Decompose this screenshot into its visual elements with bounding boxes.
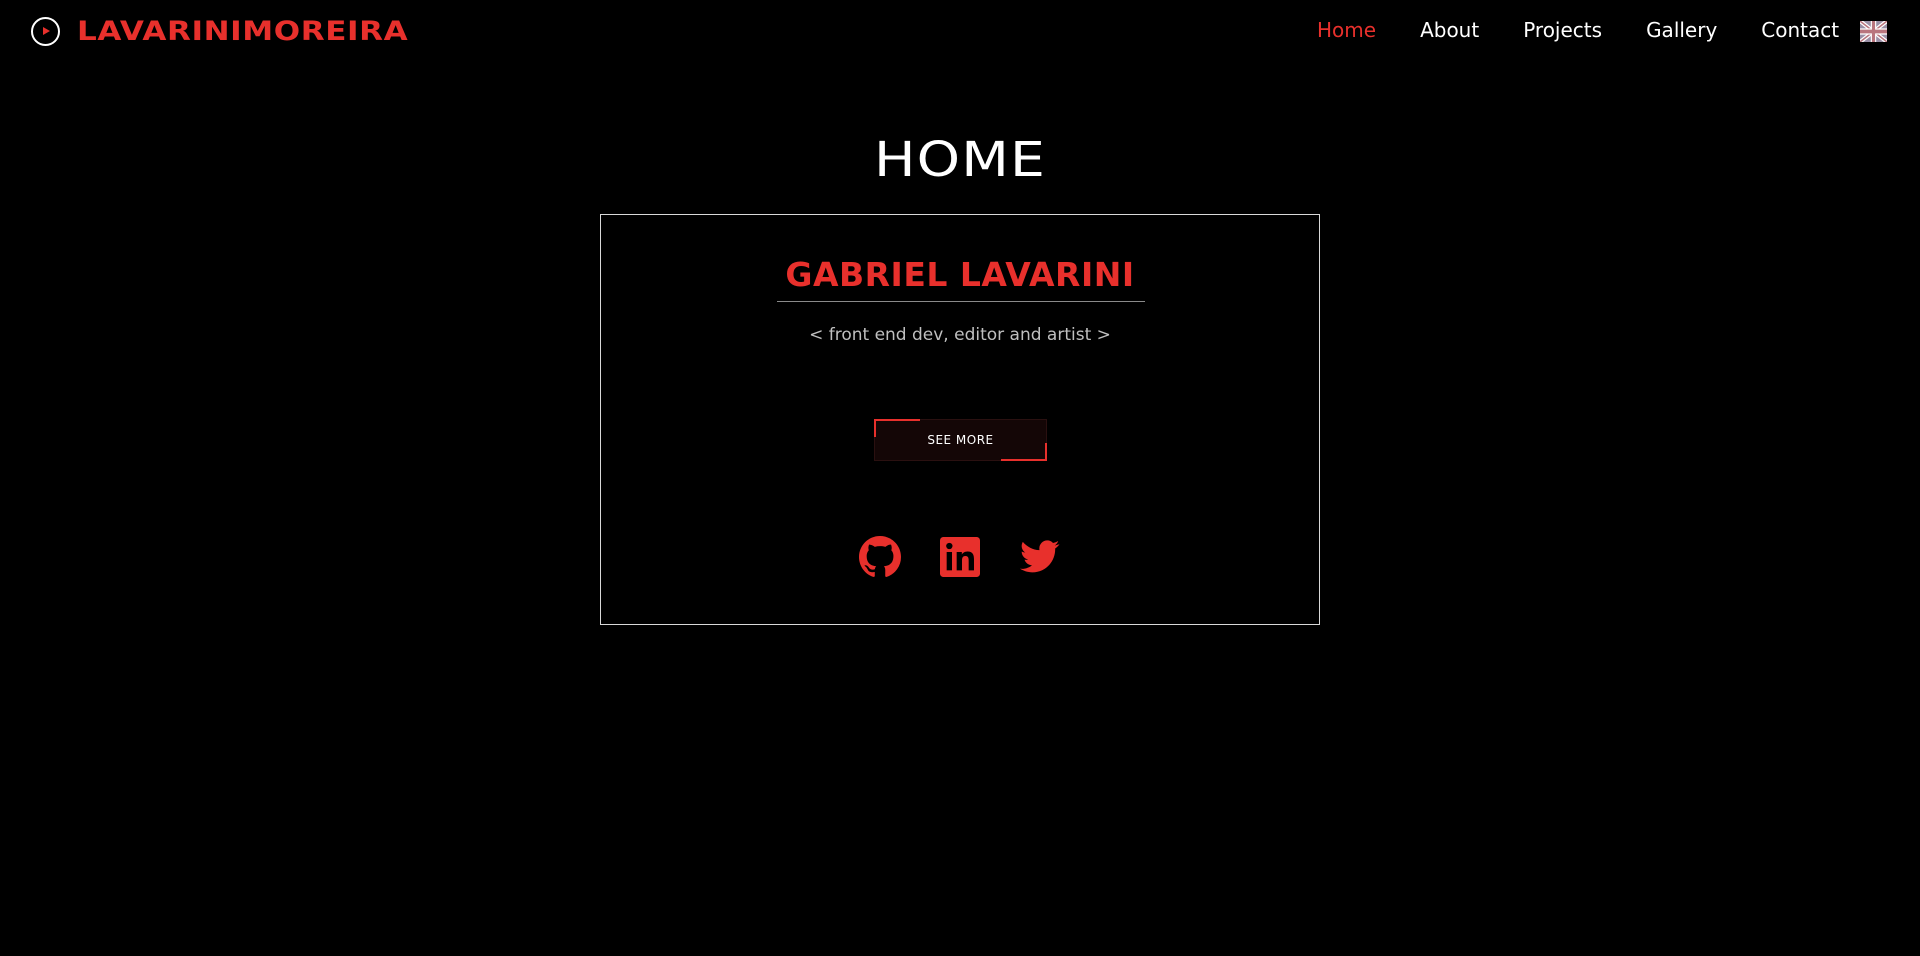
github-icon — [859, 536, 901, 582]
profile-name: GABRIEL LAVARINI — [785, 255, 1135, 294]
corner-accent — [874, 419, 920, 437]
twitter-icon — [1020, 540, 1060, 578]
corner-accent — [1001, 443, 1047, 461]
social-links — [601, 536, 1319, 582]
github-link[interactable] — [859, 536, 901, 582]
main-nav: Home About Projects Gallery Contact — [1317, 16, 1883, 44]
nav-home[interactable]: Home — [1317, 16, 1376, 44]
divider — [777, 301, 1145, 302]
brand-name: LAVARINIMOREIRA — [77, 15, 409, 47]
nav-contact[interactable]: Contact — [1761, 16, 1839, 44]
twitter-link[interactable] — [1019, 538, 1061, 580]
play-circle-icon — [31, 16, 60, 46]
nav-gallery[interactable]: Gallery — [1646, 16, 1717, 44]
see-more-button[interactable]: SEE MORE — [874, 419, 1047, 461]
page-title: HOME — [873, 132, 1047, 188]
linkedin-icon — [940, 537, 980, 581]
page: LAVARINIMOREIRA Home About Projects Gall… — [0, 0, 1920, 956]
profile-tagline: < front end dev, editor and artist > — [809, 325, 1111, 345]
site-header: LAVARINIMOREIRA Home About Projects Gall… — [0, 0, 1920, 62]
intro-card: GABRIEL LAVARINI < front end dev, editor… — [600, 214, 1320, 625]
uk-flag-icon[interactable] — [1859, 19, 1888, 44]
see-more-label: SEE MORE — [927, 433, 994, 447]
linkedin-link[interactable] — [939, 537, 981, 581]
nav-about[interactable]: About — [1420, 16, 1479, 44]
brand-logo-link[interactable]: LAVARINIMOREIRA — [31, 14, 408, 48]
nav-projects[interactable]: Projects — [1523, 16, 1602, 44]
